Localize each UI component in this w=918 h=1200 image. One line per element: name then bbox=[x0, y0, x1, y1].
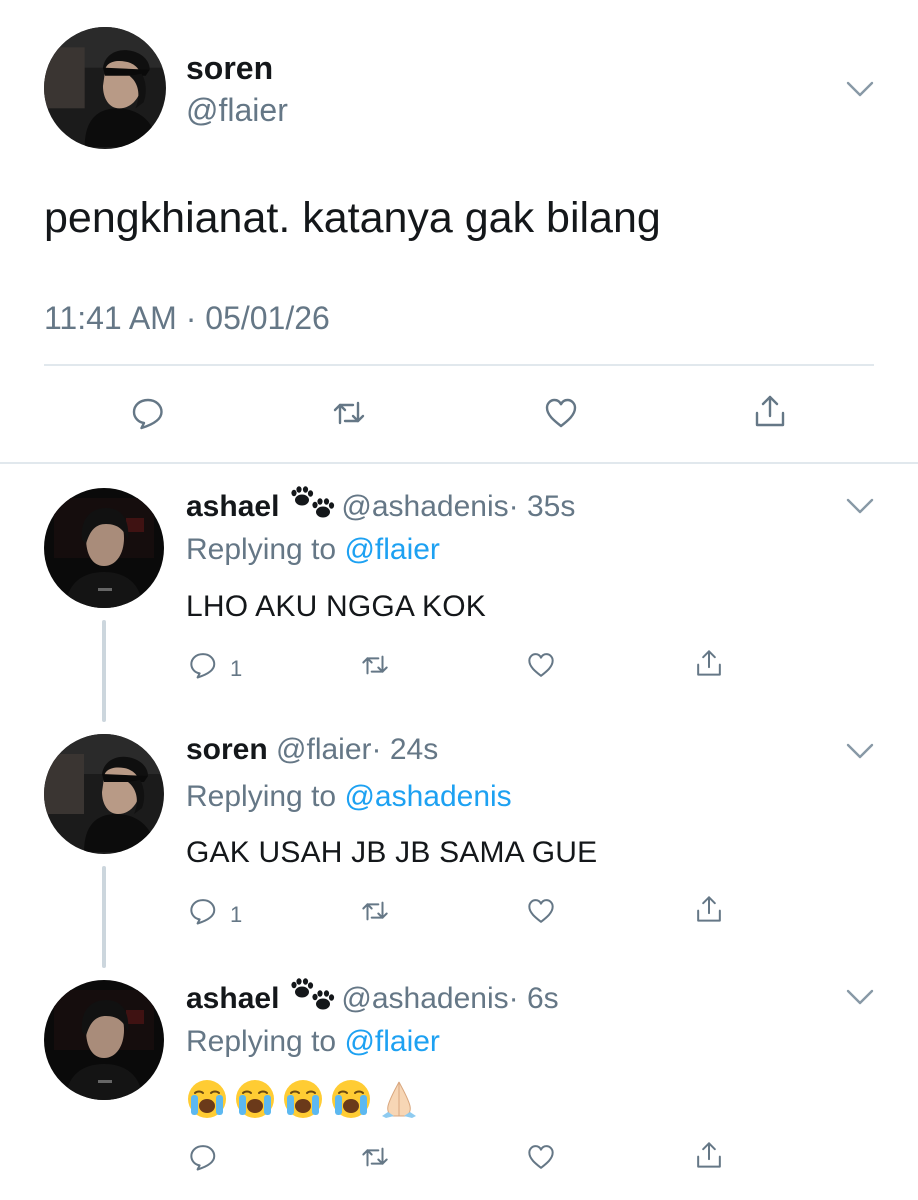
reply-header: ashael @ashadenis· 35s bbox=[186, 486, 575, 524]
chevron-down-icon[interactable] bbox=[846, 497, 874, 515]
share-icon[interactable] bbox=[752, 393, 788, 429]
replying-to: Replying to @flaier bbox=[186, 1025, 440, 1059]
retweet-icon[interactable] bbox=[360, 896, 390, 926]
reply-time: · 24s bbox=[371, 733, 439, 766]
main-tweet-text: pengkhianat. katanya gak bilang bbox=[44, 194, 661, 242]
reply-header: soren @flaier· 24s bbox=[186, 733, 438, 767]
thread-line bbox=[102, 866, 106, 968]
retweet-icon[interactable] bbox=[331, 395, 367, 431]
share-icon[interactable] bbox=[694, 894, 724, 924]
chevron-down-icon[interactable] bbox=[846, 742, 874, 760]
reply-time: · 6s bbox=[508, 982, 559, 1015]
chevron-down-icon[interactable] bbox=[846, 988, 874, 1006]
replying-to-handle[interactable]: @ashadenis bbox=[344, 780, 511, 813]
reply-author-handle[interactable]: @ashadenis bbox=[341, 982, 508, 1015]
like-icon[interactable] bbox=[526, 896, 556, 926]
share-icon[interactable] bbox=[694, 1140, 724, 1170]
retweet-icon[interactable] bbox=[360, 1142, 390, 1172]
main-tweet-timestamp: 11:41 AM · 05/01/26 bbox=[44, 300, 330, 336]
replying-to-label: Replying to bbox=[186, 1025, 337, 1058]
avatar[interactable] bbox=[44, 488, 164, 608]
main-tweet-handle[interactable]: @flaier bbox=[186, 92, 288, 129]
reply-icon[interactable] bbox=[188, 1142, 218, 1172]
reply-header: ashael @ashadenis· 6s bbox=[186, 978, 559, 1016]
reply-time: · 35s bbox=[508, 490, 576, 523]
reply-author-handle[interactable]: @flaier bbox=[276, 733, 371, 766]
reply-count: 1 bbox=[230, 902, 243, 927]
loudly-crying-face-emoji bbox=[186, 1078, 228, 1120]
reply-count: 1 bbox=[230, 656, 243, 681]
reply-author-name[interactable]: ashael bbox=[186, 490, 279, 523]
reply-author-handle[interactable]: @ashadenis bbox=[341, 490, 508, 523]
reply-icon[interactable] bbox=[188, 650, 218, 680]
reply-author-name[interactable]: soren bbox=[186, 733, 268, 766]
reply-icon[interactable] bbox=[188, 896, 218, 926]
replying-to: Replying to @ashadenis bbox=[186, 780, 512, 814]
reply-text: GAK USAH JB JB SAMA GUE bbox=[186, 836, 598, 869]
replying-to: Replying to @flaier bbox=[186, 533, 440, 567]
paw-prints-icon bbox=[289, 978, 337, 1012]
replying-to-handle[interactable]: @flaier bbox=[344, 1025, 439, 1058]
loudly-crying-face-emoji bbox=[234, 1078, 276, 1120]
like-icon[interactable] bbox=[526, 1142, 556, 1172]
loudly-crying-face-emoji bbox=[330, 1078, 372, 1120]
loudly-crying-face-emoji bbox=[282, 1078, 324, 1120]
replying-to-handle[interactable]: @flaier bbox=[344, 533, 439, 566]
divider bbox=[44, 364, 874, 366]
retweet-icon[interactable] bbox=[360, 650, 390, 680]
replying-to-label: Replying to bbox=[186, 780, 337, 813]
like-icon[interactable] bbox=[543, 395, 579, 431]
avatar[interactable] bbox=[44, 734, 164, 854]
folded-hands-emoji bbox=[378, 1078, 420, 1120]
avatar[interactable] bbox=[44, 980, 164, 1100]
main-tweet-name[interactable]: soren bbox=[186, 50, 273, 87]
divider bbox=[0, 462, 918, 464]
chevron-down-icon[interactable] bbox=[846, 80, 874, 98]
thread-line bbox=[102, 620, 106, 722]
reply-icon[interactable] bbox=[130, 395, 166, 431]
replying-to-label: Replying to bbox=[186, 533, 337, 566]
reply-author-name[interactable]: ashael bbox=[186, 982, 279, 1015]
paw-prints-icon bbox=[289, 486, 337, 520]
reply-text: LHO AKU NGGA KOK bbox=[186, 590, 486, 623]
reply-emoji-text bbox=[186, 1078, 426, 1120]
avatar[interactable] bbox=[44, 27, 166, 149]
like-icon[interactable] bbox=[526, 650, 556, 680]
share-icon[interactable] bbox=[694, 648, 724, 678]
